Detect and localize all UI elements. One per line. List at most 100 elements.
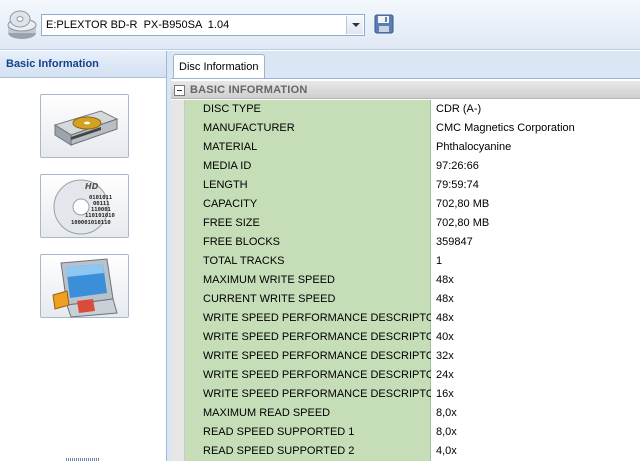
section-header[interactable]: BASIC INFORMATION — [171, 81, 640, 99]
property-key: FREE BLOCKS — [185, 233, 431, 252]
property-value[interactable]: 48x — [431, 271, 640, 290]
property-key: WRITE SPEED PERFORMANCE DESCRIPTOR 3 — [185, 347, 452, 366]
property-row[interactable]: WRITE SPEED PERFORMANCE DESCRIPTOR 3 32x — [171, 347, 640, 366]
save-button[interactable] — [373, 13, 395, 35]
property-grid: DISC TYPE CDR (A-) MANUFACTURER CMC Magneti… — [171, 100, 640, 461]
property-value[interactable]: 24x — [431, 366, 640, 385]
property-row[interactable]: FREE BLOCKS 359847 — [171, 233, 640, 252]
row-gutter — [171, 290, 185, 309]
svg-text:110101010: 110101010 — [85, 213, 115, 219]
property-key: CURRENT WRITE SPEED — [185, 290, 431, 309]
property-value[interactable]: 8,0x — [431, 423, 640, 442]
property-row[interactable]: FREE SIZE 702,80 MB — [171, 214, 640, 233]
system-info-button[interactable] — [40, 254, 129, 318]
property-row[interactable]: CURRENT WRITE SPEED 48x — [171, 290, 640, 309]
row-gutter — [171, 347, 185, 366]
property-row[interactable]: MAXIMUM READ SPEED 8,0x — [171, 404, 640, 423]
property-row[interactable]: CAPACITY 702,80 MB — [171, 195, 640, 214]
property-key: LENGTH — [185, 176, 431, 195]
row-gutter — [171, 214, 185, 233]
binary-disc-icon: HD 0101011 00111 110001 110101010 100001… — [53, 179, 115, 235]
tab-content: BASIC INFORMATION DISC TYPE CDR (A-) MANUF… — [171, 78, 640, 461]
section-title: BASIC INFORMATION — [190, 84, 308, 96]
property-key: MEDIA ID — [185, 157, 431, 176]
property-row[interactable]: READ SPEED SUPPORTED 1 8,0x — [171, 423, 640, 442]
disc-drive-button[interactable] — [40, 94, 129, 158]
disc-drive-tray-icon — [53, 110, 119, 146]
property-key: READ SPEED SUPPORTED 2 — [185, 442, 431, 461]
property-value[interactable]: 702,80 MB — [431, 195, 640, 214]
tab-disc-information[interactable]: Disc Information — [173, 54, 265, 79]
row-gutter — [171, 404, 185, 423]
disc-info-button[interactable]: HD 0101011 00111 110001 110101010 100001… — [40, 174, 129, 238]
main-panel: Disc Information BASIC INFORMATION DISC … — [171, 51, 640, 461]
floppy-disk-icon — [374, 14, 394, 34]
row-gutter — [171, 442, 185, 461]
property-row[interactable]: DISC TYPE CDR (A-) — [171, 100, 640, 119]
toolbar: E:PLEXTOR BD-R PX-B950SA 1.04 — [0, 0, 640, 50]
property-key: MAXIMUM READ SPEED — [185, 404, 431, 423]
property-value[interactable]: Phthalocyanine — [431, 138, 640, 157]
property-value[interactable]: 97:26:66 — [431, 157, 640, 176]
row-gutter — [171, 157, 185, 176]
property-value[interactable]: CMC Magnetics Corporation — [431, 119, 640, 138]
property-row[interactable]: MANUFACTURER CMC Magnetics Corporation — [171, 119, 640, 138]
property-row[interactable]: READ SPEED SUPPORTED 2 4,0x — [171, 442, 640, 461]
property-value[interactable]: 48x — [431, 290, 640, 309]
property-row[interactable]: MATERIAL Phthalocyanine — [171, 138, 640, 157]
row-gutter — [171, 100, 185, 119]
sidebar-header: Basic Information — [0, 51, 166, 78]
property-row[interactable]: MAXIMUM WRITE SPEED 48x — [171, 271, 640, 290]
sidebar: Basic Information HD 0101011 00111 11000… — [0, 51, 167, 461]
property-key: CAPACITY — [185, 195, 431, 214]
property-key: FREE SIZE — [185, 214, 431, 233]
property-key: READ SPEED SUPPORTED 1 — [185, 423, 431, 442]
row-gutter — [171, 195, 185, 214]
row-gutter — [171, 423, 185, 442]
property-row[interactable]: WRITE SPEED PERFORMANCE DESCRIPTOR 1 48x — [171, 309, 640, 328]
property-row[interactable]: LENGTH 79:59:74 — [171, 176, 640, 195]
property-value[interactable]: 8,0x — [431, 404, 640, 423]
optical-drive-icon — [6, 9, 38, 41]
drive-select[interactable]: E:PLEXTOR BD-R PX-B950SA 1.04 — [41, 14, 365, 36]
svg-text:100001010110: 100001010110 — [71, 220, 111, 226]
row-gutter — [171, 385, 185, 404]
property-value[interactable]: 4,0x — [431, 442, 640, 461]
property-value[interactable]: 16x — [431, 385, 640, 404]
property-key: DISC TYPE — [185, 100, 431, 119]
property-value[interactable]: 79:59:74 — [431, 176, 640, 195]
property-value[interactable]: 48x — [431, 309, 640, 328]
row-gutter — [171, 328, 185, 347]
row-gutter — [171, 309, 185, 328]
property-row[interactable]: WRITE SPEED PERFORMANCE DESCRIPTOR 4 24x — [171, 366, 640, 385]
property-row[interactable]: TOTAL TRACKS 1 — [171, 252, 640, 271]
row-gutter — [171, 233, 185, 252]
property-key: WRITE SPEED PERFORMANCE DESCRIPTOR 5 — [185, 385, 452, 404]
property-key: WRITE SPEED PERFORMANCE DESCRIPTOR 1 — [185, 309, 452, 328]
property-value[interactable]: 32x — [431, 347, 640, 366]
property-key: MANUFACTURER — [185, 119, 431, 138]
collapse-icon[interactable] — [174, 85, 185, 96]
property-row[interactable]: WRITE SPEED PERFORMANCE DESCRIPTOR 2 40x — [171, 328, 640, 347]
computer-terminal-icon — [52, 258, 118, 318]
property-key: TOTAL TRACKS — [185, 252, 431, 271]
row-gutter — [171, 176, 185, 195]
row-gutter — [171, 138, 185, 157]
property-value[interactable]: 40x — [431, 328, 640, 347]
property-value[interactable]: 702,80 MB — [431, 214, 640, 233]
property-value[interactable]: CDR (A-) — [431, 100, 640, 119]
drive-select-value: E:PLEXTOR BD-R PX-B950SA 1.04 — [46, 19, 230, 31]
property-key: MATERIAL — [185, 138, 431, 157]
svg-text:HD: HD — [85, 182, 99, 191]
property-value[interactable]: 1 — [431, 252, 640, 271]
property-key: WRITE SPEED PERFORMANCE DESCRIPTOR 4 — [185, 366, 452, 385]
property-row[interactable]: MEDIA ID 97:26:66 — [171, 157, 640, 176]
row-gutter — [171, 366, 185, 385]
chevron-down-icon[interactable] — [346, 16, 363, 34]
row-gutter — [171, 119, 185, 138]
property-value[interactable]: 359847 — [431, 233, 640, 252]
property-row[interactable]: WRITE SPEED PERFORMANCE DESCRIPTOR 5 16x — [171, 385, 640, 404]
row-gutter — [171, 271, 185, 290]
property-key: WRITE SPEED PERFORMANCE DESCRIPTOR 2 — [185, 328, 452, 347]
row-gutter — [171, 252, 185, 271]
